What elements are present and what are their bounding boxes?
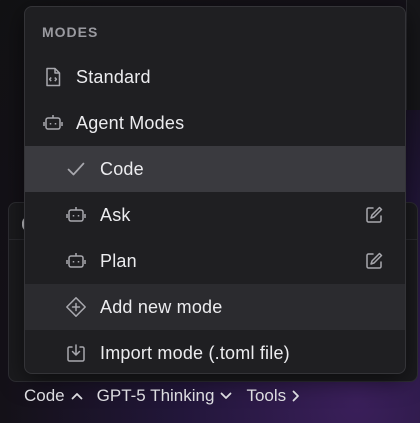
robot-icon	[65, 250, 87, 272]
menu-item-label: Agent Modes	[76, 112, 185, 133]
chevron-up-icon	[71, 392, 83, 400]
menu-item-label: Import mode (.toml file)	[100, 342, 290, 363]
menu-item-agent-modes[interactable]: Agent Modes	[25, 100, 405, 146]
menu-item-code[interactable]: Code	[25, 146, 405, 192]
menu-item-plan[interactable]: Plan	[25, 238, 405, 284]
composer-toolbar: Code GPT-5 Thinking Tools	[24, 384, 300, 408]
section-title-modes: MODES	[42, 24, 99, 40]
tools-label: Tools	[246, 386, 287, 405]
document-code-icon	[42, 66, 64, 88]
mode-selector-label: Code	[24, 386, 65, 405]
menu-item-ask[interactable]: Ask	[25, 192, 405, 238]
menu-item-label: Plan	[100, 250, 137, 271]
tools-button[interactable]: Tools	[246, 386, 300, 406]
menu-item-label: Ask	[100, 204, 131, 225]
check-icon	[65, 158, 87, 180]
plus-diamond-icon	[65, 296, 87, 318]
modes-dropdown-menu: MODES Standard Agent Modes Code Ask Plan…	[24, 6, 406, 374]
menu-item-import-mode[interactable]: Import mode (.toml file)	[25, 330, 405, 373]
edit-mode-icon[interactable]	[363, 250, 385, 272]
robot-icon	[65, 204, 87, 226]
background-panel-edge	[406, 0, 420, 110]
chevron-right-icon	[292, 390, 300, 402]
menu-item-standard[interactable]: Standard	[25, 54, 405, 100]
menu-item-add-new-mode[interactable]: Add new mode	[25, 284, 405, 330]
model-selector-button[interactable]: GPT-5 Thinking	[97, 386, 233, 406]
edit-mode-icon[interactable]	[363, 204, 385, 226]
menu-item-label: Code	[100, 158, 144, 179]
mode-selector-button[interactable]: Code	[24, 386, 83, 406]
chevron-down-icon	[220, 392, 232, 400]
robot-icon	[42, 112, 64, 134]
menu-item-label: Add new mode	[100, 296, 223, 317]
import-icon	[65, 342, 87, 364]
model-selector-label: GPT-5 Thinking	[96, 386, 215, 405]
menu-item-label: Standard	[76, 66, 151, 87]
